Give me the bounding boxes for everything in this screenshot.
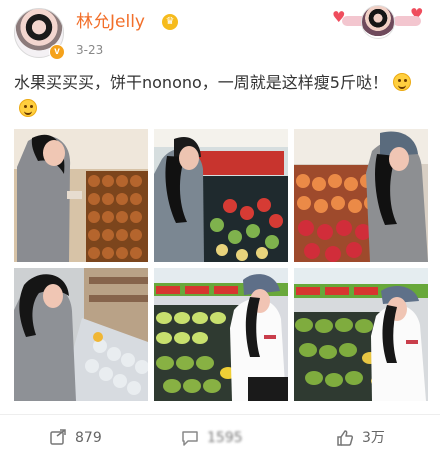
photo-1[interactable] (14, 129, 148, 262)
smile-icon (392, 73, 411, 91)
comment-button[interactable]: 1595 (180, 427, 243, 449)
post-body: 水果买买买，饼干nonono，一周就是这样瘦5斤哒！ (14, 73, 388, 92)
photo-5[interactable] (154, 268, 288, 401)
photo-6[interactable] (294, 268, 428, 401)
photo-4[interactable] (14, 268, 148, 401)
user-name[interactable]: 林允Jelly (76, 11, 145, 33)
like-icon (337, 430, 354, 446)
action-bar: 879 1595 3万 (0, 415, 440, 462)
crown-badge-icon: ♛ (162, 14, 178, 30)
header-decoration: ♥ ♥ (326, 2, 430, 44)
verified-badge-icon: v (49, 44, 65, 60)
photo-2[interactable] (154, 129, 288, 262)
like-button[interactable]: 3万 (335, 427, 385, 449)
decoration-avatar (361, 5, 395, 39)
repost-count: 879 (75, 430, 102, 446)
repost-icon (50, 429, 66, 445)
ribbon-decoration (393, 16, 421, 26)
comment-icon (182, 431, 198, 446)
post-header: v 林允Jelly ♛ 3-23 ♥ ♥ (0, 0, 440, 66)
smile-icon (19, 99, 37, 117)
photo-grid (14, 129, 428, 401)
post-time[interactable]: 3-23 (76, 43, 103, 57)
comment-count: 1595 (207, 430, 243, 446)
repost-button[interactable]: 879 (48, 427, 102, 449)
like-count: 3万 (362, 430, 385, 446)
photo-3[interactable] (294, 129, 428, 262)
post-text: 水果买买买，饼干nonono，一周就是这样瘦5斤哒！ (14, 70, 426, 122)
